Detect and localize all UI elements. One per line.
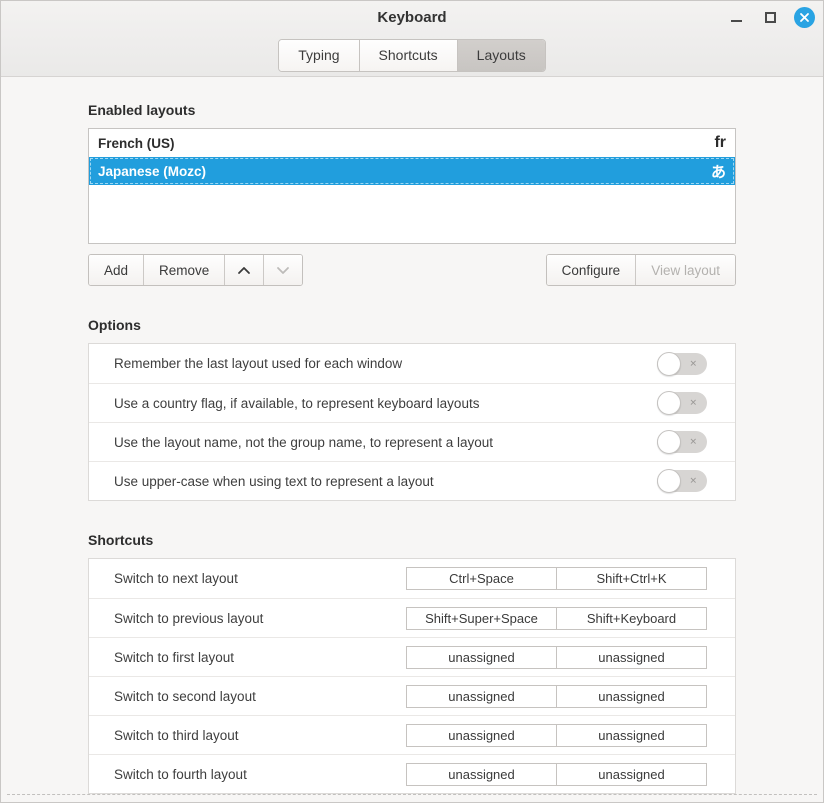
keybinding-pair: unassigned unassigned	[406, 763, 707, 786]
enabled-layouts-heading: Enabled layouts	[88, 102, 736, 118]
keybinding-button[interactable]: unassigned	[556, 646, 707, 669]
window-controls	[726, 1, 815, 33]
option-label: Use a country flag, if available, to rep…	[114, 396, 657, 411]
toggle-off-icon: ✕	[689, 476, 697, 487]
shortcut-label: Switch to third layout	[114, 728, 406, 743]
layout-indicator-glyph: あ	[711, 161, 726, 182]
keybinding-pair: unassigned unassigned	[406, 724, 707, 747]
layout-name: French (US)	[98, 136, 714, 151]
toggle-knob	[657, 469, 681, 493]
configure-button[interactable]: Configure	[547, 255, 636, 285]
keybinding-button[interactable]: unassigned	[406, 763, 557, 786]
keybinding-pair: unassigned unassigned	[406, 685, 707, 708]
shortcut-row-next-layout: Switch to next layout Ctrl+Space Shift+C…	[89, 559, 735, 598]
scroll-undershoot-indicator	[7, 794, 817, 795]
keybinding-pair: Shift+Super+Space Shift+Keyboard	[406, 607, 707, 630]
toggle-knob	[657, 352, 681, 376]
shortcut-row-third-layout: Switch to third layout unassigned unassi…	[89, 715, 735, 754]
tab-shortcuts[interactable]: Shortcuts	[359, 40, 457, 71]
layouts-page: Enabled layouts French (US) fr Japanese …	[1, 102, 823, 794]
tab-typing[interactable]: Typing	[279, 40, 358, 71]
option-label: Use the layout name, not the group name,…	[114, 435, 657, 450]
toggle-off-icon: ✕	[689, 437, 697, 448]
toggle-country-flag[interactable]: ✕	[657, 392, 707, 414]
shortcut-label: Switch to next layout	[114, 571, 406, 586]
keybinding-button[interactable]: Shift+Keyboard	[556, 607, 707, 630]
toggle-remember-layout[interactable]: ✕	[657, 353, 707, 375]
layout-list-actions: Add Remove Configure View layout	[88, 254, 736, 286]
keybinding-button[interactable]: Shift+Super+Space	[406, 607, 557, 630]
shortcut-label: Switch to second layout	[114, 689, 406, 704]
option-row-upper-case: Use upper-case when using text to repres…	[89, 461, 735, 500]
toggle-off-icon: ✕	[689, 358, 697, 369]
enabled-layouts-list: French (US) fr Japanese (Mozc) あ	[88, 128, 736, 244]
shortcut-row-previous-layout: Switch to previous layout Shift+Super+Sp…	[89, 598, 735, 637]
keybinding-button[interactable]: unassigned	[556, 685, 707, 708]
keybinding-button[interactable]: Ctrl+Space	[406, 567, 557, 590]
tab-group: Typing Shortcuts Layouts	[278, 39, 545, 72]
layout-row-japanese[interactable]: Japanese (Mozc) あ	[89, 157, 735, 185]
toggle-off-icon: ✕	[689, 398, 697, 409]
toggle-knob	[657, 391, 681, 415]
tab-layouts[interactable]: Layouts	[457, 40, 545, 71]
shortcut-row-fourth-layout: Switch to fourth layout unassigned unass…	[89, 754, 735, 793]
keybinding-button[interactable]: unassigned	[406, 685, 557, 708]
shortcut-label: Switch to previous layout	[114, 611, 406, 626]
titlebar: Keyboard	[1, 1, 823, 33]
remove-button[interactable]: Remove	[143, 255, 224, 285]
shortcut-label: Switch to fourth layout	[114, 767, 406, 782]
header: Keyboard Typing Shortcuts Layouts	[1, 1, 823, 77]
keybinding-button[interactable]: Shift+Ctrl+K	[556, 567, 707, 590]
keybinding-button[interactable]: unassigned	[556, 724, 707, 747]
toggle-upper-case[interactable]: ✕	[657, 470, 707, 492]
toggle-knob	[657, 430, 681, 454]
chevron-up-icon	[237, 266, 251, 275]
layout-indicator-glyph: fr	[714, 134, 726, 152]
option-label: Use upper-case when using text to repres…	[114, 474, 657, 489]
shortcut-label: Switch to first layout	[114, 650, 406, 665]
maximize-button[interactable]	[760, 7, 780, 27]
option-row-layout-name: Use the layout name, not the group name,…	[89, 422, 735, 461]
chevron-down-icon	[276, 266, 290, 275]
add-button[interactable]: Add	[89, 255, 143, 285]
options-frame: Remember the last layout used for each w…	[88, 343, 736, 501]
minimize-icon	[731, 20, 742, 22]
option-row-country-flag: Use a country flag, if available, to rep…	[89, 383, 735, 422]
shortcuts-heading: Shortcuts	[88, 532, 736, 548]
keyboard-settings-window: { "window": { "title": "Keyboard" }, "ta…	[0, 0, 824, 803]
keybinding-pair: Ctrl+Space Shift+Ctrl+K	[406, 567, 707, 590]
keybinding-button[interactable]: unassigned	[406, 646, 557, 669]
options-heading: Options	[88, 317, 736, 333]
keybinding-pair: unassigned unassigned	[406, 646, 707, 669]
view-layout-button[interactable]: View layout	[635, 255, 735, 285]
keybinding-button[interactable]: unassigned	[556, 763, 707, 786]
option-label: Remember the last layout used for each w…	[114, 356, 657, 371]
layout-row-french[interactable]: French (US) fr	[89, 129, 735, 157]
edit-buttons-group: Add Remove	[88, 254, 303, 286]
maximize-icon	[765, 12, 776, 23]
close-button[interactable]	[794, 7, 815, 28]
minimize-button[interactable]	[726, 7, 746, 27]
toggle-layout-name[interactable]: ✕	[657, 431, 707, 453]
layout-name: Japanese (Mozc)	[98, 164, 711, 179]
tabs-row: Typing Shortcuts Layouts	[1, 39, 823, 72]
configure-buttons-group: Configure View layout	[546, 254, 736, 286]
keybinding-button[interactable]: unassigned	[406, 724, 557, 747]
window-title: Keyboard	[1, 9, 823, 26]
move-down-button[interactable]	[263, 255, 302, 285]
close-icon	[799, 12, 810, 23]
shortcuts-frame: Switch to next layout Ctrl+Space Shift+C…	[88, 558, 736, 794]
move-up-button[interactable]	[224, 255, 263, 285]
shortcut-row-first-layout: Switch to first layout unassigned unassi…	[89, 637, 735, 676]
option-row-remember-layout: Remember the last layout used for each w…	[89, 344, 735, 383]
shortcut-row-second-layout: Switch to second layout unassigned unass…	[89, 676, 735, 715]
